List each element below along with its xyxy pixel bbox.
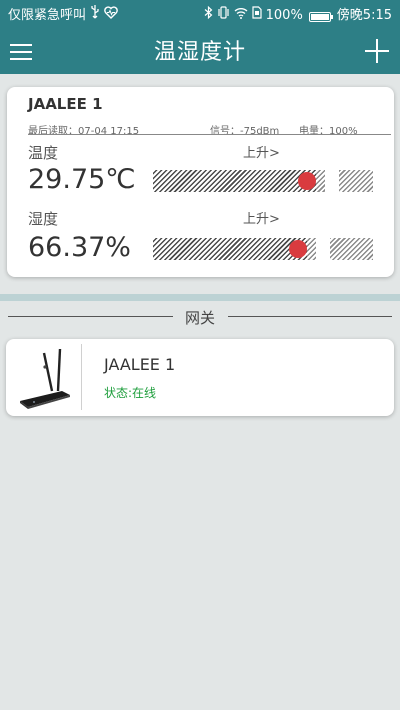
app-bar: 温湿度计 [0,32,400,74]
status-left: 仅限紧急呼叫 [8,0,118,32]
temperature-label: 温度 [28,144,59,162]
humidity-bar-fill [153,238,307,260]
battery-percent: 100% [265,8,303,23]
gateway-status: 状态:在线 [104,386,157,400]
status-right: 100% 傍晚5:15 [204,0,392,32]
temperature-indicator [298,172,316,190]
battery-icon [308,12,333,22]
section-separator [0,294,400,301]
temperature-bar-fill [153,170,316,192]
page-title: 温湿度计 [153,40,246,65]
humidity-bar-gap [316,238,330,260]
carrier-text: 仅限紧急呼叫 [8,8,87,23]
gateway-name: JAALEE 1 [104,355,176,374]
sim-icon [252,0,262,32]
heart-icon [104,0,118,32]
plus-icon[interactable] [364,38,390,64]
header-line-left [8,316,173,317]
wifi-icon [234,0,248,32]
gateway-card[interactable]: JAALEE 1 状态:在线 [6,339,394,416]
humidity-trend[interactable]: 上升> [243,208,280,227]
temperature-trend[interactable]: 上升> [243,142,280,161]
temperature-bar [153,170,373,192]
clock: 傍晚5:15 [336,8,392,23]
sensor-card[interactable]: JAALEE 1 最后读取：07-04 17:15 信号：-75dBm 电量：1… [7,87,394,277]
gateway-divider [81,344,82,410]
humidity-indicator [289,240,307,258]
humidity-value: 66.37% [28,232,131,263]
sensor-name: JAALEE 1 [28,95,103,113]
temperature-bar-gap [325,170,339,192]
bluetooth-icon [204,0,213,32]
router-antenna-icon [14,345,76,411]
gateway-section-title: 网关 [184,309,215,327]
humidity-label: 湿度 [28,210,59,228]
humidity-bar [153,238,373,260]
gateway-section-header: 网关 [0,301,400,337]
meta-divider [28,134,391,135]
header-line-right [228,316,392,317]
usb-icon [90,0,100,32]
temperature-value: 29.75℃ [28,164,136,195]
status-bar: 仅限紧急呼叫 100% 傍晚5:15 [0,0,400,32]
vibrate-icon [217,0,230,32]
